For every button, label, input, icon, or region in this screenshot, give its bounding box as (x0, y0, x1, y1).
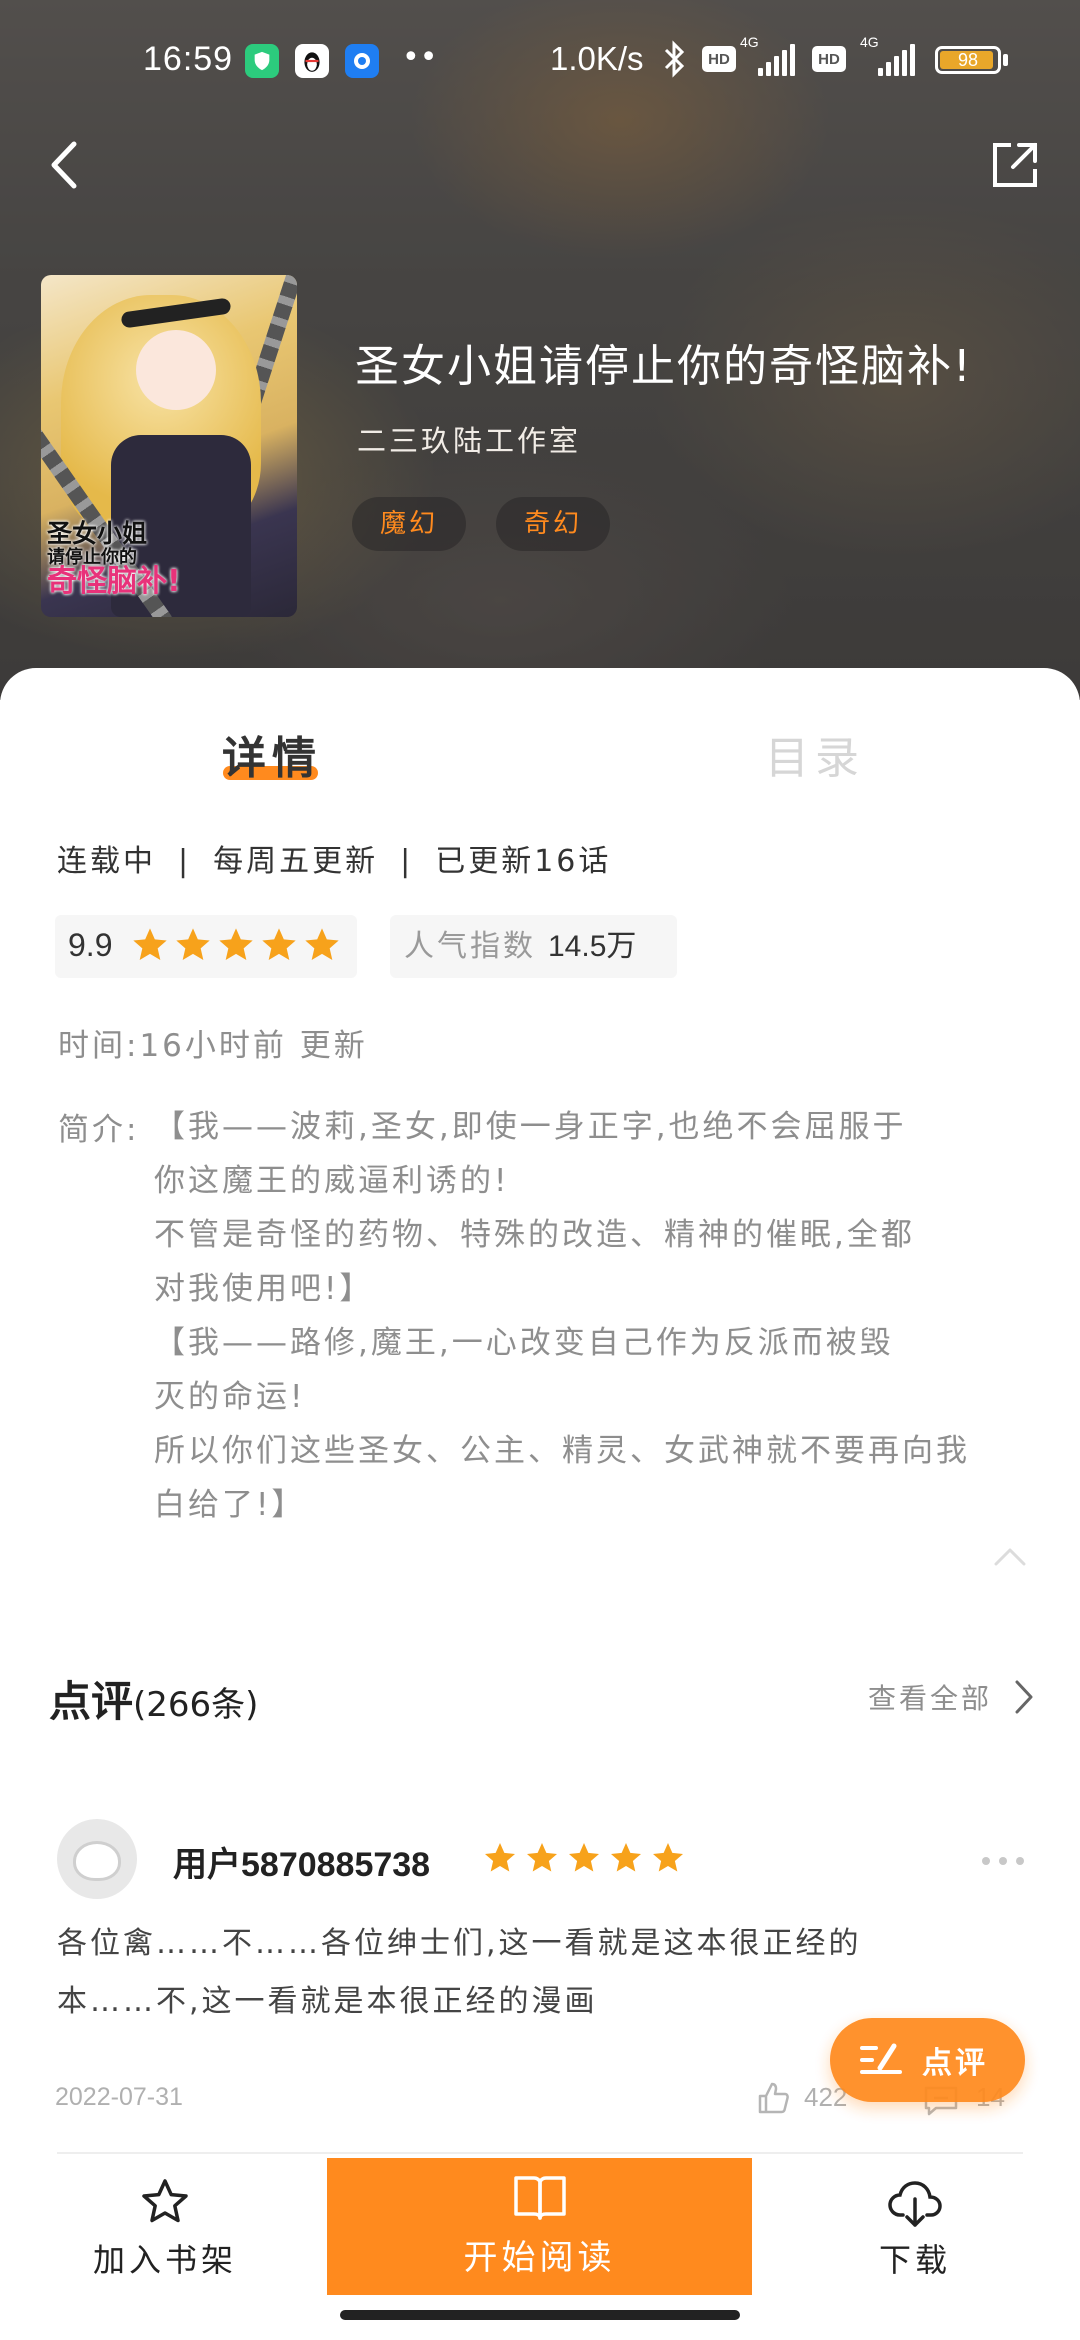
reviews-heading: 点评(266条) (49, 1677, 259, 1726)
tag-fantasy[interactable]: 魔幻 (352, 497, 467, 551)
review-username[interactable]: 用户5870885738 (173, 1837, 430, 1886)
status-net-speed: 1.0K/s (550, 40, 644, 77)
review-date: 2022-07-31 (55, 2083, 183, 2111)
intro-label: 简介: (58, 1112, 140, 1148)
star-icon (133, 928, 167, 960)
see-all-link[interactable]: 查看全部 (868, 1677, 992, 1717)
signal-icon-1 (758, 44, 798, 76)
star-icon (485, 1843, 515, 1872)
hd-badge-2: HD (812, 46, 846, 72)
star-icon (527, 1843, 557, 1872)
star-icon (569, 1843, 599, 1872)
more-icon[interactable] (980, 1855, 1026, 1867)
share-icon (993, 143, 1037, 187)
status-overflow-dots: •• (402, 40, 438, 75)
popularity-label: 人气指数 (404, 929, 536, 964)
tab-details[interactable]: 详情 (222, 722, 322, 786)
add-to-shelf-button[interactable]: 加入书架 (90, 2175, 240, 2281)
episode-count: 已更新16话 (435, 844, 612, 879)
star-icon (219, 928, 253, 960)
chevron-up-icon[interactable] (992, 1544, 1028, 1568)
star-outline-icon (142, 2179, 188, 2223)
chevron-right-icon[interactable] (1012, 1678, 1036, 1716)
score-value: 9.9 (68, 927, 113, 963)
download-label: 下载 (878, 2241, 951, 2279)
share-button[interactable] (985, 135, 1045, 195)
back-button[interactable] (40, 130, 100, 200)
book-icon (513, 2176, 566, 2220)
update-meta: 连载中 | 每周五更新 | 已更新16话 (57, 844, 612, 879)
status-bar: 16:59 •• 1.0K/s HD 4G HD 4G 98 (0, 34, 1080, 90)
penguin-app-icon (295, 44, 329, 78)
update-schedule: 每周五更新 (213, 844, 379, 879)
cloud-download-icon (888, 2181, 942, 2227)
star-icon (305, 928, 339, 960)
star-icon (262, 928, 296, 960)
chevron-left-icon (51, 141, 77, 189)
bluetooth-icon (662, 40, 686, 86)
write-review-label: 点评 (922, 2046, 988, 2081)
status-time: 16:59 (143, 40, 234, 78)
star-icon (176, 928, 210, 960)
hd-badge-1: HD (702, 46, 736, 72)
thumbs-up-icon[interactable] (756, 2080, 792, 2116)
comic-title: 圣女小姐请停止你的奇怪脑补! (355, 341, 973, 392)
reviews-count: (266条) (133, 1685, 259, 1725)
network-4g-label-1: 4G (740, 34, 759, 50)
popularity-value: 14.5万 (548, 930, 637, 963)
intro-text: 【我——波莉,圣女,即使一身正字,也绝不会屈服于 你这魔王的威逼利诱的! 不管是… (154, 1109, 970, 1523)
star-icon (611, 1843, 641, 1872)
update-time: 时间:16小时前 更新 (58, 1028, 368, 1064)
start-reading-label: 开始阅读 (463, 2238, 616, 2278)
battery-icon: 98 (935, 46, 1001, 74)
score-stars (130, 925, 342, 965)
review-stars (482, 1840, 686, 1876)
avatar[interactable] (57, 1819, 137, 1899)
battery-level: 98 (957, 50, 979, 70)
home-indicator[interactable] (340, 2310, 740, 2320)
divider (57, 2152, 1023, 2154)
star-icon (653, 1843, 683, 1872)
start-reading-button[interactable]: 开始阅读 (327, 2158, 752, 2295)
cover-title-text: 圣女小姐 请停止你的 奇怪脑补! (47, 519, 181, 599)
serial-status: 连载中 (57, 844, 156, 879)
tab-catalog[interactable]: 目录 (765, 722, 865, 786)
network-4g-label-2: 4G (860, 34, 879, 50)
review-body: 各位禽……不……各位绅士们,这一看就是这本很正经的 本……不,这一看就是本很正经… (57, 1926, 862, 2019)
write-review-icon (860, 2043, 902, 2074)
add-to-shelf-label: 加入书架 (92, 2241, 237, 2279)
score-box: 9.9 (55, 915, 357, 978)
popularity-box: 人气指数 14.5万 (390, 915, 677, 978)
comic-author[interactable]: 二三玖陆工作室 (357, 418, 581, 460)
tag-fantasy-2[interactable]: 奇幻 (496, 497, 611, 551)
shield-app-icon (245, 44, 279, 78)
camera-app-icon (345, 44, 379, 78)
comic-cover[interactable]: 圣女小姐 请停止你的 奇怪脑补! (41, 275, 297, 617)
write-review-button[interactable]: 点评 (830, 2018, 1025, 2102)
download-button[interactable]: 下载 (850, 2175, 980, 2281)
signal-icon-2 (878, 44, 918, 76)
